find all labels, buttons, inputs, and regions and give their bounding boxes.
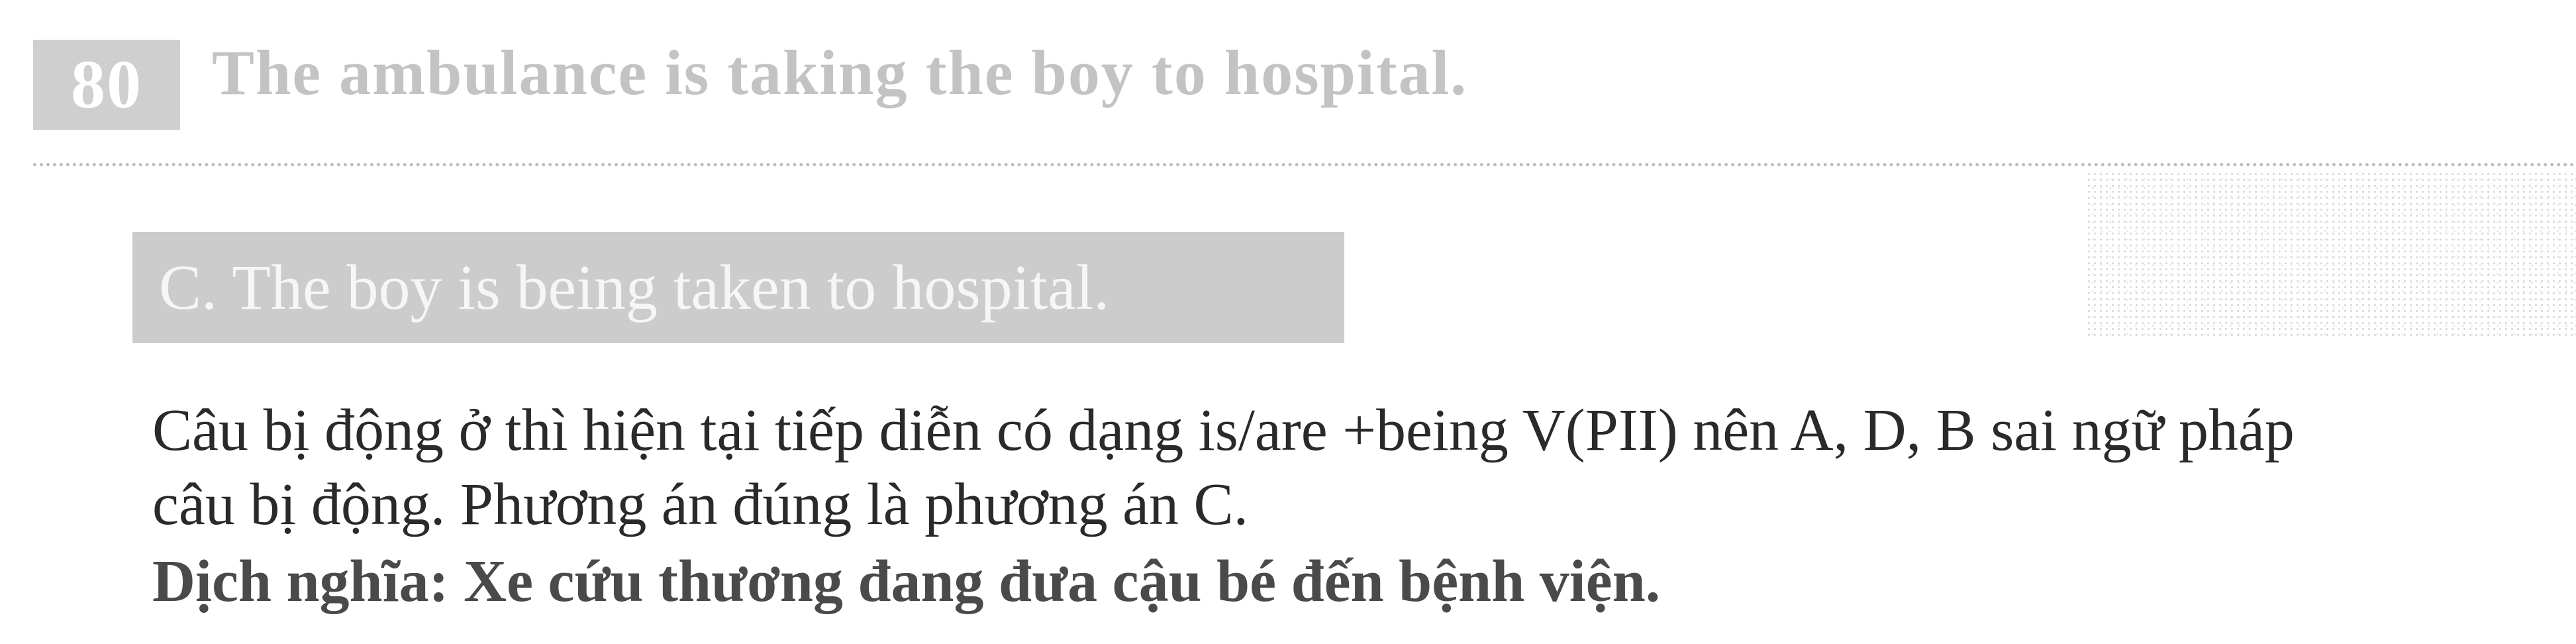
answer-text: C. The boy is being taken to hospital. — [159, 252, 1110, 323]
question-text: The ambulance is taking the boy to hospi… — [212, 37, 1468, 108]
explanation-line-1: Câu bị động ở thì hiện tại tiếp diễn có … — [152, 398, 2295, 463]
divider — [33, 163, 2576, 166]
explanation-paragraph: Câu bị động ở thì hiện tại tiếp diễn có … — [152, 394, 2573, 542]
decorative-texture — [2086, 171, 2576, 338]
answer-highlight: C. The boy is being taken to hospital. — [132, 232, 1344, 343]
explanation-line-2: câu bị động. Phương án đúng là phương án… — [152, 472, 1249, 537]
translation-text: Dịch nghĩa: Xe cứu thương đang đưa cậu b… — [152, 549, 1661, 614]
question-number: 80 — [33, 40, 180, 130]
